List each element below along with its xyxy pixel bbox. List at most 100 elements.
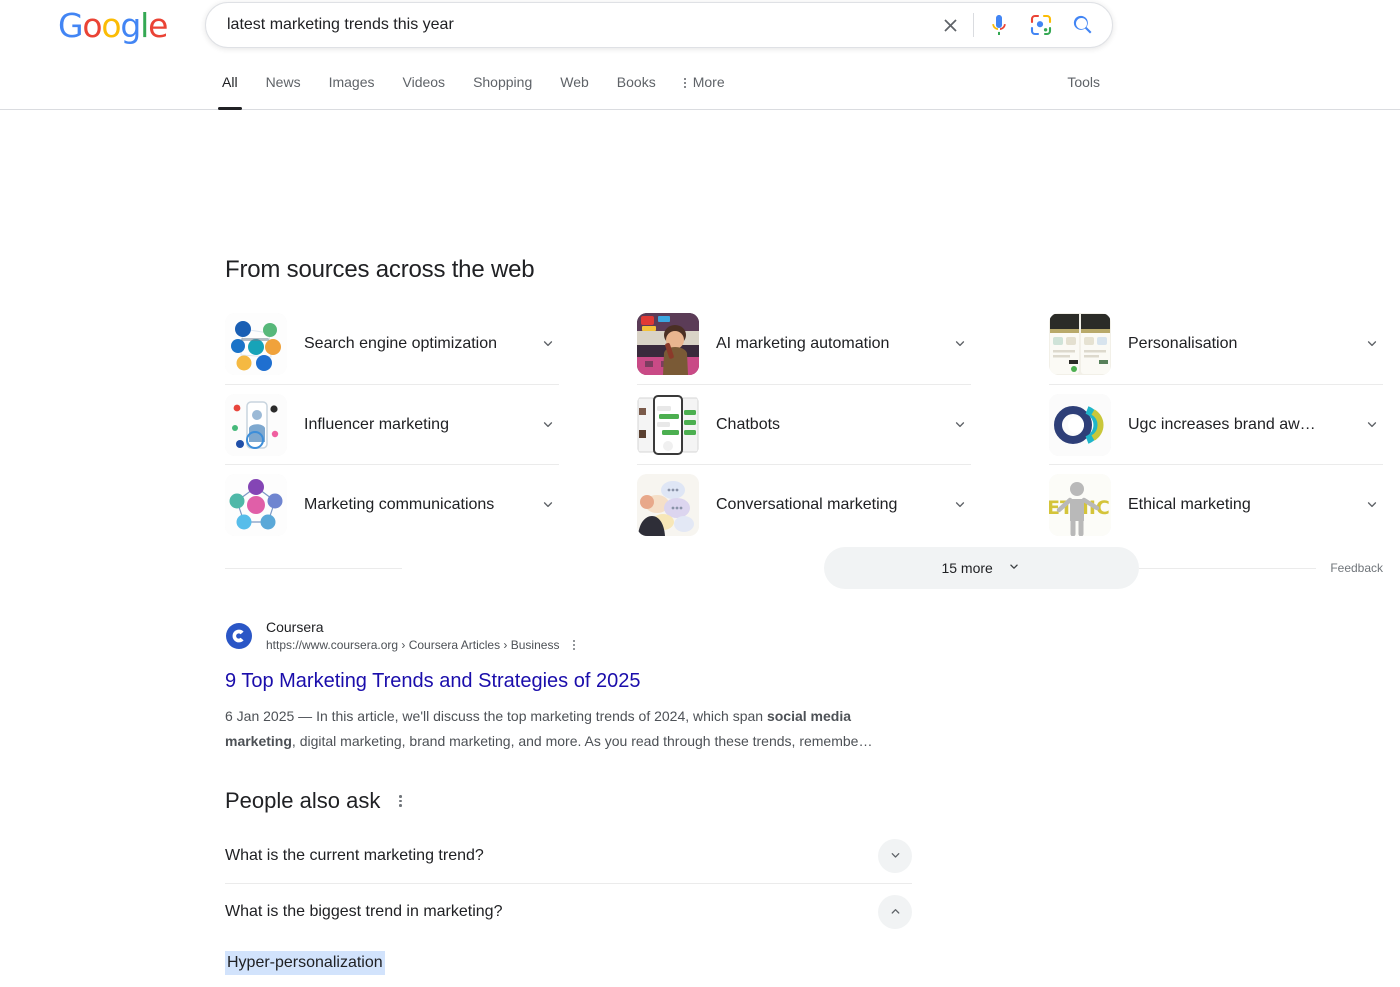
people-also-ask-list: What is the current marketing trend? Wha…	[225, 828, 912, 987]
tab-all[interactable]: All	[218, 72, 242, 110]
source-label: Influencer marketing	[304, 415, 449, 433]
people-also-ask-header: People also ask	[225, 788, 407, 814]
paa-question: What is the biggest trend in marketing?	[225, 902, 503, 920]
kebab-menu-icon	[683, 74, 686, 88]
chevron-down-icon[interactable]	[1361, 494, 1383, 516]
search-divider	[973, 13, 974, 37]
ethics-figure-thumbnail: ETHICS	[1049, 473, 1111, 536]
chevron-down-icon	[1006, 559, 1022, 578]
google-lens-icon[interactable]	[1029, 13, 1053, 37]
source-item-chatbots[interactable]: Chatbots	[637, 384, 971, 464]
search-input[interactable]	[206, 16, 938, 34]
tab-images[interactable]: Images	[329, 72, 375, 110]
source-item-personalisation[interactable]: Personalisation	[1049, 304, 1383, 384]
chevron-down-icon[interactable]	[949, 414, 971, 436]
close-icon[interactable]	[938, 13, 962, 37]
marketing-network-thumbnail	[225, 473, 287, 536]
influencer-phone-thumbnail	[225, 393, 287, 456]
show-more-label: 15 more	[941, 560, 993, 576]
snippet-text-2: , digital marketing, brand marketing, an…	[291, 733, 873, 749]
feedback-link[interactable]: Feedback	[1330, 561, 1383, 575]
chevron-down-icon[interactable]	[537, 414, 559, 436]
snippet-date: 6 Jan 2025 —	[225, 708, 317, 724]
search-bar	[205, 2, 1113, 48]
result-header: Coursera https://www.coursera.org › Cour…	[225, 618, 925, 654]
divider-left	[225, 567, 403, 569]
source-label: Marketing communications	[304, 495, 495, 513]
logo-letter-o1: o	[82, 6, 102, 45]
tab-news[interactable]: News	[266, 72, 301, 110]
source-item-conversational-marketing[interactable]: Conversational marketing	[637, 464, 971, 544]
chevron-down-icon[interactable]	[1361, 333, 1383, 355]
speech-bubbles-thumbnail	[637, 473, 699, 536]
paa-question-row[interactable]: What is the biggest trend in marketing?	[225, 884, 912, 939]
logo-letter-G: G	[58, 6, 84, 45]
chat-phones-thumbnail	[637, 393, 699, 456]
source-label: Ethical marketing	[1128, 495, 1251, 513]
tab-shopping[interactable]: Shopping	[473, 72, 532, 110]
seo-diagram-thumbnail	[225, 313, 287, 375]
chevron-down-icon[interactable]	[1361, 414, 1383, 436]
source-label: Search engine optimization	[304, 335, 498, 352]
source-label: Conversational marketing	[716, 495, 898, 513]
result-site-name: Coursera	[266, 619, 324, 635]
coursera-favicon	[225, 622, 253, 650]
result-options-kebab-icon[interactable]	[569, 637, 579, 653]
tab-web[interactable]: Web	[560, 72, 589, 110]
sources-grid: Search engine optimization Influencer ma…	[225, 304, 1383, 544]
sources-column-2: AI marketing automation Chatbots Convers…	[637, 304, 971, 544]
sources-column-3: Personalisation Ugc increases brand aw… …	[1049, 304, 1383, 544]
mobile-screens-thumbnail	[1049, 313, 1111, 375]
tab-videos[interactable]: Videos	[403, 72, 446, 110]
search-nav: All News Images Videos Shopping Web Book…	[0, 72, 1400, 110]
chevron-down-icon[interactable]	[949, 494, 971, 516]
chevron-down-icon[interactable]	[537, 494, 559, 516]
logo-letter-g: g	[120, 6, 141, 45]
logo-letter-e: e	[148, 6, 168, 45]
microphone-icon[interactable]	[987, 13, 1011, 37]
result-url: https://www.coursera.org › Coursera Arti…	[266, 638, 560, 652]
chevron-down-icon[interactable]	[949, 333, 971, 355]
paa-answer: Hyper-personalization Ninety percent of …	[225, 939, 912, 987]
paa-answer-highlight: Hyper-personalization	[225, 951, 385, 975]
tab-books[interactable]: Books	[617, 72, 656, 110]
result-snippet: 6 Jan 2025 — In this article, we'll disc…	[225, 704, 915, 754]
logo-letter-l: l	[140, 6, 149, 45]
circles-logo-thumbnail	[1049, 393, 1111, 456]
people-also-ask-title: People also ask	[225, 788, 381, 813]
source-item-ethical-marketing[interactable]: ETHICS Ethical marketing	[1049, 464, 1383, 544]
source-label: AI marketing automation	[716, 335, 890, 352]
result-source-meta: Coursera https://www.coursera.org › Cour…	[266, 618, 579, 654]
source-label: Chatbots	[716, 415, 781, 433]
google-logo[interactable]: Google	[58, 6, 168, 45]
source-label: Personalisation	[1128, 335, 1238, 352]
source-item-marketing-communications[interactable]: Marketing communications	[225, 464, 559, 544]
more-filters-button[interactable]: More	[683, 72, 725, 90]
paa-item-1: What is the current marketing trend?	[225, 828, 912, 883]
tools-button[interactable]: Tools	[1067, 74, 1100, 90]
logo-letter-o2: o	[101, 6, 121, 45]
source-item-ugc-increases-brand-awareness[interactable]: Ugc increases brand aw…	[1049, 384, 1383, 464]
source-item-influencer-marketing[interactable]: Influencer marketing	[225, 384, 559, 464]
source-label: Ugc increases brand aw…	[1128, 415, 1316, 433]
source-item-ai-marketing-automation[interactable]: AI marketing automation	[637, 304, 971, 384]
chevron-up-icon[interactable]	[878, 894, 912, 929]
paa-item-2: What is the biggest trend in marketing? …	[225, 883, 912, 987]
search-icon[interactable]	[1071, 13, 1095, 37]
source-item-search-engine-optimization[interactable]: Search engine optimization	[225, 304, 559, 384]
sources-section-title: From sources across the web	[225, 256, 535, 283]
more-filters-label: More	[692, 74, 725, 90]
chevron-down-icon[interactable]	[537, 333, 559, 355]
sources-column-1: Search engine optimization Influencer ma…	[225, 304, 559, 544]
show-more-sources-button[interactable]: 15 more	[824, 547, 1140, 589]
paa-question: What is the current marketing trend?	[225, 846, 484, 864]
divider-right	[1139, 567, 1317, 569]
search-result-coursera: Coursera https://www.coursera.org › Cour…	[225, 618, 925, 754]
snippet-text-1: In this article, we'll discuss the top m…	[316, 708, 767, 724]
chevron-down-icon[interactable]	[878, 838, 912, 873]
result-title-link[interactable]: 9 Top Marketing Trends and Strategies of…	[225, 668, 640, 694]
retro-soda-man-thumbnail	[637, 313, 699, 375]
sources-expand-row: 15 more Feedback	[225, 547, 1383, 589]
paa-question-row[interactable]: What is the current marketing trend?	[225, 828, 912, 883]
people-also-ask-options-kebab-icon[interactable]	[394, 792, 407, 810]
